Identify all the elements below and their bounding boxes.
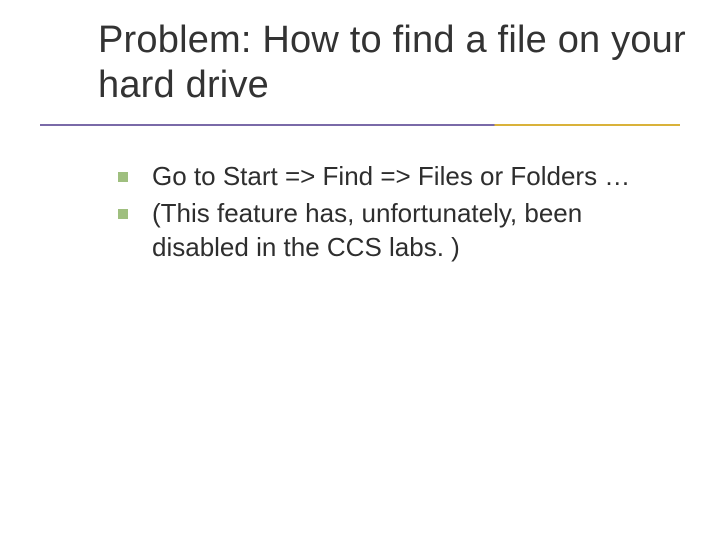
bullet-text: (This feature has, unfortunately, been d…	[152, 197, 678, 264]
list-item: Go to Start => Find => Files or Folders …	[118, 160, 678, 193]
slide: Problem: How to find a file on your hard…	[0, 0, 720, 540]
title-underline	[40, 124, 680, 126]
slide-title: Problem: How to find a file on your hard…	[98, 18, 688, 108]
body-area: Go to Start => Find => Files or Folders …	[118, 160, 678, 268]
square-bullet-icon	[118, 172, 128, 182]
square-bullet-icon	[118, 209, 128, 219]
title-block: Problem: How to find a file on your hard…	[98, 18, 688, 108]
bullet-text: Go to Start => Find => Files or Folders …	[152, 160, 678, 193]
list-item: (This feature has, unfortunately, been d…	[118, 197, 678, 264]
